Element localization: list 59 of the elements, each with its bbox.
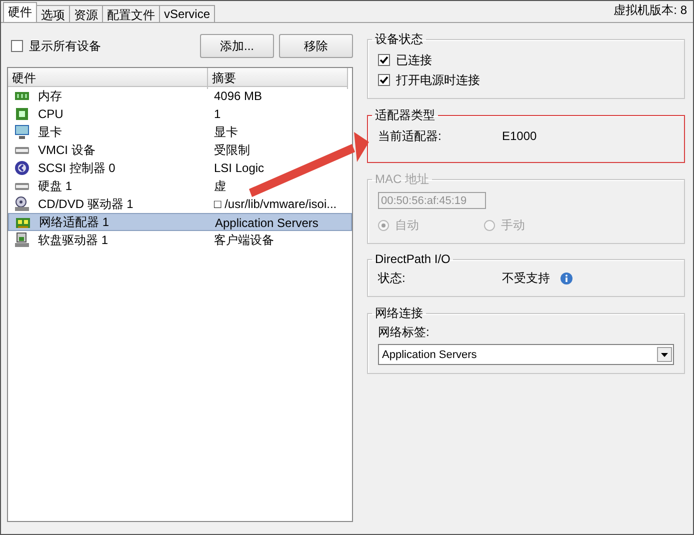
device-summary: Application Servers: [214, 216, 320, 230]
cd-drive-icon: [14, 196, 30, 212]
checkbox[interactable]: [11, 40, 23, 52]
field-value: E1000: [502, 129, 538, 143]
hardware-row[interactable]: CD/DVD 驱动器 1 □ /usr/lib/vmware/isoi...: [8, 195, 352, 213]
tab[interactable]: 硬件: [3, 2, 37, 22]
hardware-row[interactable]: VMCI 设备 受限制: [8, 141, 352, 159]
device-name: 网络适配器 1: [39, 214, 110, 231]
device-name: 显卡: [38, 124, 62, 140]
device-summary: 4096 MB: [213, 89, 264, 103]
hardware-row[interactable]: 软盘驱动器 1 客户端设备: [8, 231, 352, 249]
checkbox-label[interactable]: 打开电源时连接: [396, 72, 480, 88]
chip-icon: [14, 106, 30, 122]
tab[interactable]: vService: [159, 5, 216, 22]
device-name: VMCI 设备: [38, 142, 96, 158]
field-label: 网络标签:: [378, 324, 430, 341]
floppy-drive-icon: [14, 232, 30, 248]
group-title: DirectPath I/O: [374, 252, 452, 266]
group-title: MAC 地址: [374, 171, 430, 188]
field-label: 当前适配器:: [378, 128, 442, 144]
device-summary: 显卡: [213, 124, 239, 140]
tab[interactable]: 配置文件: [102, 5, 160, 22]
device-summary: □ /usr/lib/vmware/isoi...: [213, 197, 338, 211]
device-summary: LSI Logic: [213, 161, 266, 175]
device-name: CD/DVD 驱动器 1: [38, 196, 134, 212]
checkbox-label[interactable]: 已连接: [396, 52, 432, 68]
device-name: 内存: [38, 88, 62, 104]
info-icon[interactable]: [560, 272, 573, 284]
field-value: 不受支持: [502, 270, 550, 286]
hardware-row[interactable]: CPU 1: [8, 105, 352, 123]
group-title: 设备状态: [374, 31, 424, 48]
add-button[interactable]: 添加...: [200, 34, 274, 58]
device-name: CPU: [38, 107, 64, 121]
group-title: 适配器类型: [374, 107, 436, 124]
field-label: 状态:: [378, 270, 406, 286]
tab[interactable]: 选项: [36, 5, 70, 22]
checkbox[interactable]: [378, 54, 390, 66]
device-summary: 1: [213, 107, 222, 121]
vm-version-label: 虚拟机版本: 8: [614, 2, 687, 19]
hardware-row[interactable]: SCSI 控制器 0 LSI Logic: [8, 159, 352, 177]
checkbox[interactable]: [378, 74, 390, 86]
hardware-row[interactable]: 网络适配器 1 Application Servers: [8, 213, 352, 231]
tab[interactable]: 资源: [69, 5, 103, 22]
column-header[interactable]: 摘要: [208, 68, 348, 89]
hardware-row[interactable]: 显卡 显卡: [8, 123, 352, 141]
device-name: SCSI 控制器 0: [38, 160, 116, 176]
column-header[interactable]: 硬件: [8, 68, 208, 89]
hardware-row[interactable]: 内存 4096 MB: [8, 87, 352, 105]
network-label-dropdown[interactable]: Application Servers: [378, 344, 674, 365]
device-name: 软盘驱动器 1: [38, 232, 108, 248]
hardware-row[interactable]: 硬盘 1 虚: [8, 177, 352, 195]
monitor-icon: [14, 124, 30, 140]
group-title: 网络连接: [374, 305, 424, 322]
device-summary: 客户端设备: [213, 232, 275, 248]
device-summary: 虚: [213, 178, 227, 194]
device-summary: 受限制: [213, 142, 251, 158]
remove-button[interactable]: 移除: [279, 34, 353, 58]
checkbox-label[interactable]: 显示所有设备: [29, 38, 101, 54]
device-name: 硬盘 1: [38, 178, 72, 194]
